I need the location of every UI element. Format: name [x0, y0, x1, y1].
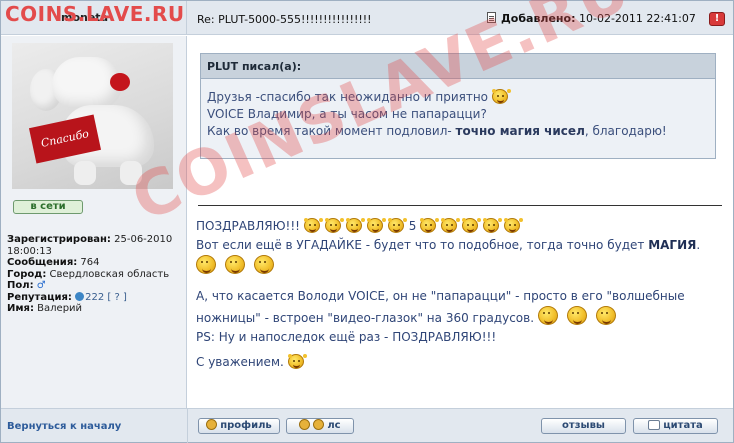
magic-text: Вот если ещё в УГАДАЙКЕ - будет что то п… — [196, 238, 645, 252]
smiley-row — [196, 255, 726, 277]
quote-header: PLUT писал(а): — [201, 54, 715, 79]
reputation-help-link[interactable]: [ ? ] — [107, 292, 126, 303]
profile-label: профиль — [220, 420, 272, 431]
quote-line: Друзья -спасибо так неожиданно и приятно — [207, 89, 715, 106]
magic-bold-text: МАГИЯ — [648, 238, 697, 252]
post-footer: Вернуться к началу профиль лс отзывы цит… — [1, 408, 733, 443]
dog-nose — [110, 73, 130, 91]
clapping-smiley-icon — [462, 218, 479, 233]
quote-box: PLUT писал(а): Друзья -спасибо так неожи… — [200, 53, 716, 159]
dog-leg — [74, 161, 96, 185]
avatar: Спасибо — [12, 43, 173, 189]
quote-bubble-icon — [648, 420, 661, 430]
quote-line-text: Друзья -спасибо так неожиданно и приятно — [207, 90, 489, 104]
quote-line: Как во время такой момент подловил- точн… — [207, 123, 715, 140]
messages-label: Сообщения: — [7, 257, 78, 268]
male-gender-icon: ♂ — [36, 280, 46, 291]
online-badge: в сети — [13, 200, 83, 214]
name-value: Валерий — [37, 303, 83, 314]
author-sidebar: Спасибо в сети Зарегистрирован: 25-06-20… — [1, 36, 187, 408]
voice-paragraph: А, что касается Володи VOICE, он не "пап… — [196, 287, 726, 328]
ps-line: PS: Ну и напоследок ещё раз - ПОЗДРАВЛЯЮ… — [196, 330, 497, 344]
dog-leg — [120, 161, 142, 185]
reputation-value[interactable]: 222 — [85, 292, 104, 303]
name-label: Имя: — [7, 303, 34, 314]
reputation-row: Репутация: 222 [ ? ] — [7, 291, 185, 304]
quote-line-text: Как во время такой момент подловил- — [207, 124, 452, 138]
gender-label: Пол: — [7, 280, 34, 291]
clapping-smiley-icon — [483, 218, 500, 233]
quote-label: цитата — [663, 420, 703, 431]
quote-line-text: , благодарю! — [584, 124, 667, 138]
city-value: Свердловская область — [49, 268, 170, 280]
post-subject: Re: PLUT-5000-555!!!!!!!!!!!!!!!! — [197, 13, 372, 26]
clapping-smiley-icon — [504, 218, 521, 233]
clapping-smiley-icon — [491, 89, 508, 104]
smiley-icon — [595, 306, 616, 325]
smiley-icon — [224, 255, 245, 274]
author-info: Зарегистрирован: 25-06-2010 18:00:13 Соо… — [7, 234, 185, 315]
users-icon — [313, 419, 325, 430]
post-document-icon — [487, 12, 496, 23]
registered-label: Зарегистрирован: — [7, 234, 111, 245]
clapping-smiley-icon — [345, 218, 362, 233]
posted-info: Добавлено: 10-02-2011 22:41:07 — [487, 12, 696, 25]
posted-label: Добавлено: — [501, 12, 576, 25]
magic-line: Вот если ещё в УГАДАЙКЕ - будет что то п… — [196, 236, 726, 255]
message-body: ПОЗДРАВЛЯЮ!!! 5 Вот если ещё в УГАДАЙКЕ … — [196, 217, 726, 372]
site-watermark: COINS.LAVE.RU — [5, 2, 185, 26]
messages-value: 764 — [80, 257, 100, 268]
users-icon — [299, 419, 311, 430]
quote-body: Друзья -спасибо так неожиданно и приятно… — [201, 79, 715, 140]
profile-icon — [206, 419, 218, 430]
clapping-smiley-icon — [324, 218, 341, 233]
reputation-plus-icon[interactable] — [75, 291, 85, 301]
forum-post: moneta COINS.LAVE.RU Re: PLUT-5000-555!!… — [0, 0, 734, 443]
name-row: Имя: Валерий — [7, 303, 185, 315]
clapping-smiley-icon — [420, 218, 437, 233]
footer-separator — [187, 409, 188, 443]
registered-row: Зарегистрирован: 25-06-2010 18:00:13 — [7, 234, 185, 257]
regards-line: С уважением. — [196, 353, 726, 372]
report-button[interactable]: ! — [709, 12, 725, 26]
reviews-button[interactable]: отзывы — [541, 418, 626, 434]
signature-divider — [198, 205, 722, 206]
author-cell: moneta COINS.LAVE.RU — [1, 1, 187, 35]
quote-bold-text: точно магия чисел — [455, 124, 585, 138]
smiley-icon — [253, 255, 274, 274]
regards-text: С уважением. — [196, 355, 284, 369]
reputation-label: Репутация: — [7, 291, 72, 303]
back-to-top-link[interactable]: Вернуться к началу — [7, 421, 121, 432]
city-label: Город: — [7, 268, 47, 280]
clapping-smiley-icon — [366, 218, 383, 233]
clapping-smiley-icon — [287, 354, 304, 369]
posted-date: 10-02-2011 22:41:07 — [579, 12, 696, 25]
quote-line: VOICE Владимир, а ты часом не папарацци? — [207, 106, 715, 123]
smiley-icon — [566, 306, 587, 325]
messages-row: Сообщения: 764 — [7, 257, 185, 269]
pm-button[interactable]: лс — [286, 418, 354, 434]
clapping-smiley-icon — [441, 218, 458, 233]
pm-label: лс — [327, 420, 341, 431]
congrats-text: ПОЗДРАВЛЯЮ!!! — [196, 219, 300, 233]
post-header: moneta COINS.LAVE.RU Re: PLUT-5000-555!!… — [1, 1, 733, 35]
quote-button[interactable]: цитата — [633, 418, 718, 434]
clapping-smiley-icon — [387, 218, 404, 233]
smiley-icon — [196, 255, 216, 274]
clapping-smiley-icon — [303, 218, 320, 233]
city-row: Город: Свердловская область — [7, 269, 185, 281]
quote-line-text: VOICE Владимир, а ты часом не папарацци? — [207, 107, 487, 121]
congrats-count: 5 — [408, 219, 417, 233]
magic-text-end: . — [696, 238, 701, 252]
smiley-icon — [537, 306, 558, 325]
gender-row: Пол: ♂ — [7, 280, 185, 292]
profile-button[interactable]: профиль — [198, 418, 280, 434]
congrats-line: ПОЗДРАВЛЯЮ!!! 5 — [196, 217, 726, 236]
